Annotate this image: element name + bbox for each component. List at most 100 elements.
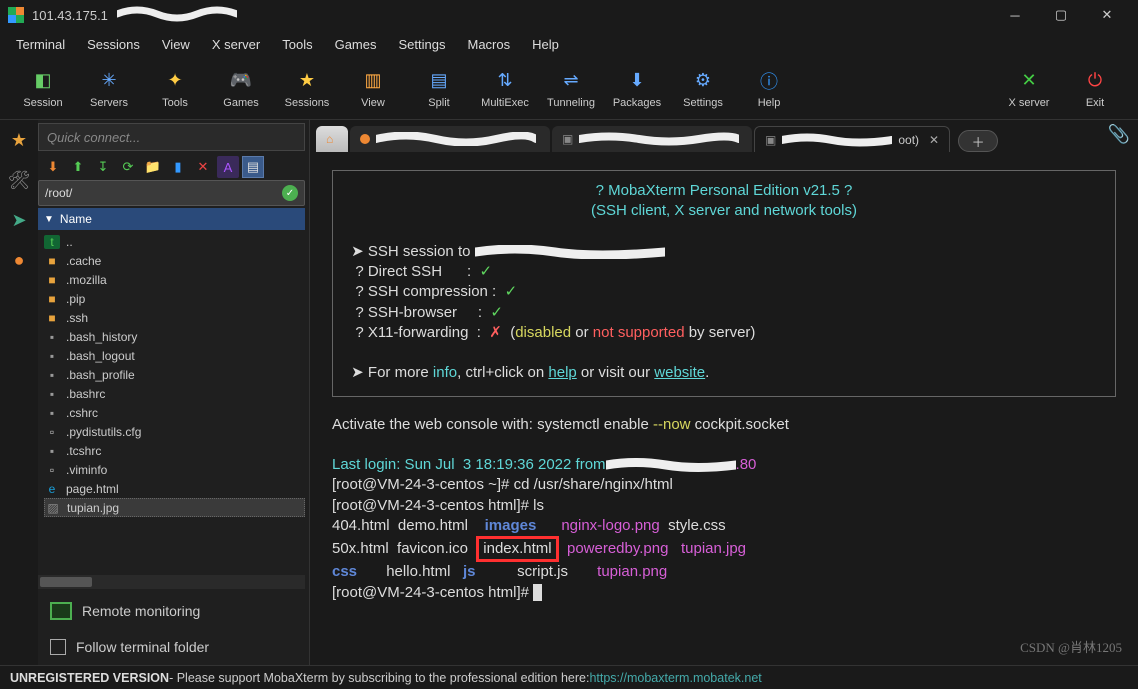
toolbar-games[interactable]: 🎮Games <box>208 69 274 109</box>
toolbar-sessions[interactable]: ★Sessions <box>274 69 340 109</box>
file-row[interactable]: ▪.bashrc <box>44 384 305 403</box>
file-name: .pydistutils.cfg <box>66 425 141 439</box>
maximize-button[interactable]: ▢ <box>1038 0 1084 30</box>
paperclip-icon[interactable]: 📎 <box>1108 124 1130 145</box>
fbtn-upload[interactable]: ⬆ <box>67 156 89 178</box>
file-icon: ▪ <box>44 349 60 363</box>
menu-settings[interactable]: Settings <box>389 33 456 56</box>
toolbar-view[interactable]: ▥View <box>340 69 406 109</box>
menu-sessions[interactable]: Sessions <box>77 33 150 56</box>
packages-icon: ⬇ <box>625 69 649 93</box>
toolbar-session[interactable]: ◧Session <box>10 69 76 109</box>
toolbar-packages[interactable]: ⬇Packages <box>604 69 670 109</box>
view-icon: ▥ <box>361 69 385 93</box>
menu-macros[interactable]: Macros <box>457 33 520 56</box>
tab-home[interactable]: ⌂ <box>316 126 348 152</box>
vtab-tools[interactable]: 🛠 <box>5 166 33 194</box>
highlighted-file: index.html <box>476 536 558 562</box>
redaction-scribble-icon <box>117 6 237 22</box>
toolbar-exit[interactable]: ⏻Exit <box>1062 69 1128 109</box>
fbtn-download[interactable]: ⬇ <box>42 156 64 178</box>
file-icon: ▪ <box>44 444 60 458</box>
vtab-send[interactable]: ➤ <box>5 206 33 234</box>
fbtn-newfile[interactable]: ▮ <box>167 156 189 178</box>
menu-xserver[interactable]: X server <box>202 33 270 56</box>
remote-monitoring-toggle[interactable]: Remote monitoring <box>38 593 309 629</box>
file-row[interactable]: ■.pip <box>44 289 305 308</box>
games-icon: 🎮 <box>229 69 253 93</box>
menu-bar: Terminal Sessions View X server Tools Ga… <box>0 30 1138 58</box>
quick-connect-input[interactable]: Quick connect... <box>38 123 305 151</box>
path-ok-icon: ✓ <box>282 185 298 201</box>
toolbar-servers[interactable]: ✳Servers <box>76 69 142 109</box>
tab-session-active[interactable]: ▣ oot) ✕ <box>754 126 950 152</box>
terminal-output[interactable]: ? MobaXterm Personal Edition v21.5 ? (SS… <box>310 152 1138 665</box>
file-row[interactable]: ▪.bash_history <box>44 327 305 346</box>
tab-bar: ⌂ ▣ ▣ oot) ✕ ＋ 📎 <box>310 120 1138 152</box>
fbtn-refresh[interactable]: ⟳ <box>117 156 139 178</box>
redaction-scribble-icon <box>579 132 739 146</box>
checkbox-icon <box>50 639 66 655</box>
sidebar-vertical-tabs: ★ 🛠 ➤ ● <box>0 120 38 665</box>
title-bar: 101.43.175.1 ─ ▢ ✕ <box>0 0 1138 30</box>
file-toolbar: ⬇ ⬆ ↧ ⟳ 📁 ▮ ✕ A ▤ <box>38 154 309 180</box>
toolbar-split[interactable]: ▤Split <box>406 69 472 109</box>
fbtn-newfolder[interactable]: 📁 <box>142 156 164 178</box>
fbtn-props[interactable]: A <box>217 156 239 178</box>
menu-terminal[interactable]: Terminal <box>6 33 75 56</box>
tunneling-icon: ⇌ <box>559 69 583 93</box>
folder-icon: ■ <box>44 311 60 325</box>
new-tab-button[interactable]: ＋ <box>958 130 998 152</box>
toolbar-settings[interactable]: ⚙Settings <box>670 69 736 109</box>
path-text: /root/ <box>45 186 282 200</box>
file-row[interactable]: ■.ssh <box>44 308 305 327</box>
file-row[interactable]: ▨tupian.jpg <box>44 498 305 517</box>
file-row[interactable]: ▪ .cshrc <box>44 403 305 422</box>
session-icon: ◧ <box>31 69 55 93</box>
toolbar-tools[interactable]: ✦Tools <box>142 69 208 109</box>
menu-games[interactable]: Games <box>325 33 387 56</box>
horizontal-scrollbar[interactable] <box>38 575 305 589</box>
tab-session-1[interactable] <box>350 126 550 152</box>
menu-help[interactable]: Help <box>522 33 569 56</box>
fbtn-delete[interactable]: ✕ <box>192 156 214 178</box>
fbtn-refresh-down[interactable]: ↧ <box>92 156 114 178</box>
sidebar: ★ 🛠 ➤ ● Quick connect... ⬇ ⬆ ↧ ⟳ 📁 ▮ ✕ A… <box>0 120 310 665</box>
vtab-globe[interactable]: ● <box>5 246 33 274</box>
file-row[interactable]: ■.cache <box>44 251 305 270</box>
purchase-link[interactable]: https://mobaxterm.mobatek.net <box>589 671 761 685</box>
minimize-button[interactable]: ─ <box>992 0 1038 30</box>
file-row[interactable]: ■.mozilla <box>44 270 305 289</box>
file-icon: ▪ <box>44 406 60 420</box>
menu-tools[interactable]: Tools <box>272 33 322 56</box>
file-list-header[interactable]: ▼ Name <box>38 208 305 230</box>
file-row[interactable]: ▫.viminfo <box>44 460 305 479</box>
settings-icon: ⚙ <box>691 69 715 93</box>
unregistered-label: UNREGISTERED VERSION <box>10 671 169 685</box>
close-button[interactable]: ✕ <box>1084 0 1130 30</box>
file-row[interactable]: t.. <box>44 232 305 251</box>
follow-terminal-checkbox[interactable]: Follow terminal folder <box>38 629 309 665</box>
watermark-text: CSDN @肖林1205 <box>1020 639 1122 657</box>
menu-view[interactable]: View <box>152 33 200 56</box>
path-bar[interactable]: /root/ ✓ <box>38 180 305 206</box>
tab-session-2[interactable]: ▣ <box>552 126 752 152</box>
file-row[interactable]: ▪.bash_logout <box>44 346 305 365</box>
vtab-favorites[interactable]: ★ <box>5 126 33 154</box>
toolbar-tunneling[interactable]: ⇌Tunneling <box>538 69 604 109</box>
file-row[interactable]: epage.html <box>44 479 305 498</box>
file-row[interactable]: ▫.pydistutils.cfg <box>44 422 305 441</box>
tab-close-icon[interactable]: ✕ <box>929 133 939 147</box>
toolbar-multiexec[interactable]: ⇅MultiExec <box>472 69 538 109</box>
toolbar-help[interactable]: ⓘHelp <box>736 69 802 109</box>
fbtn-view[interactable]: ▤ <box>242 156 264 178</box>
toolbar-xserver[interactable]: ✕X server <box>996 69 1062 109</box>
servers-icon: ✳ <box>97 69 121 93</box>
file-row[interactable]: ▪.bash_profile <box>44 365 305 384</box>
multiexec-icon: ⇅ <box>493 69 517 93</box>
file-row[interactable]: ▪.tcshrc <box>44 441 305 460</box>
file-list: t..■.cache■.mozilla■.pip■.ssh▪.bash_hist… <box>38 230 309 573</box>
file-name: .cshrc <box>66 406 98 420</box>
x server-icon: ✕ <box>1017 69 1041 93</box>
file-name: .bash_history <box>66 330 137 344</box>
